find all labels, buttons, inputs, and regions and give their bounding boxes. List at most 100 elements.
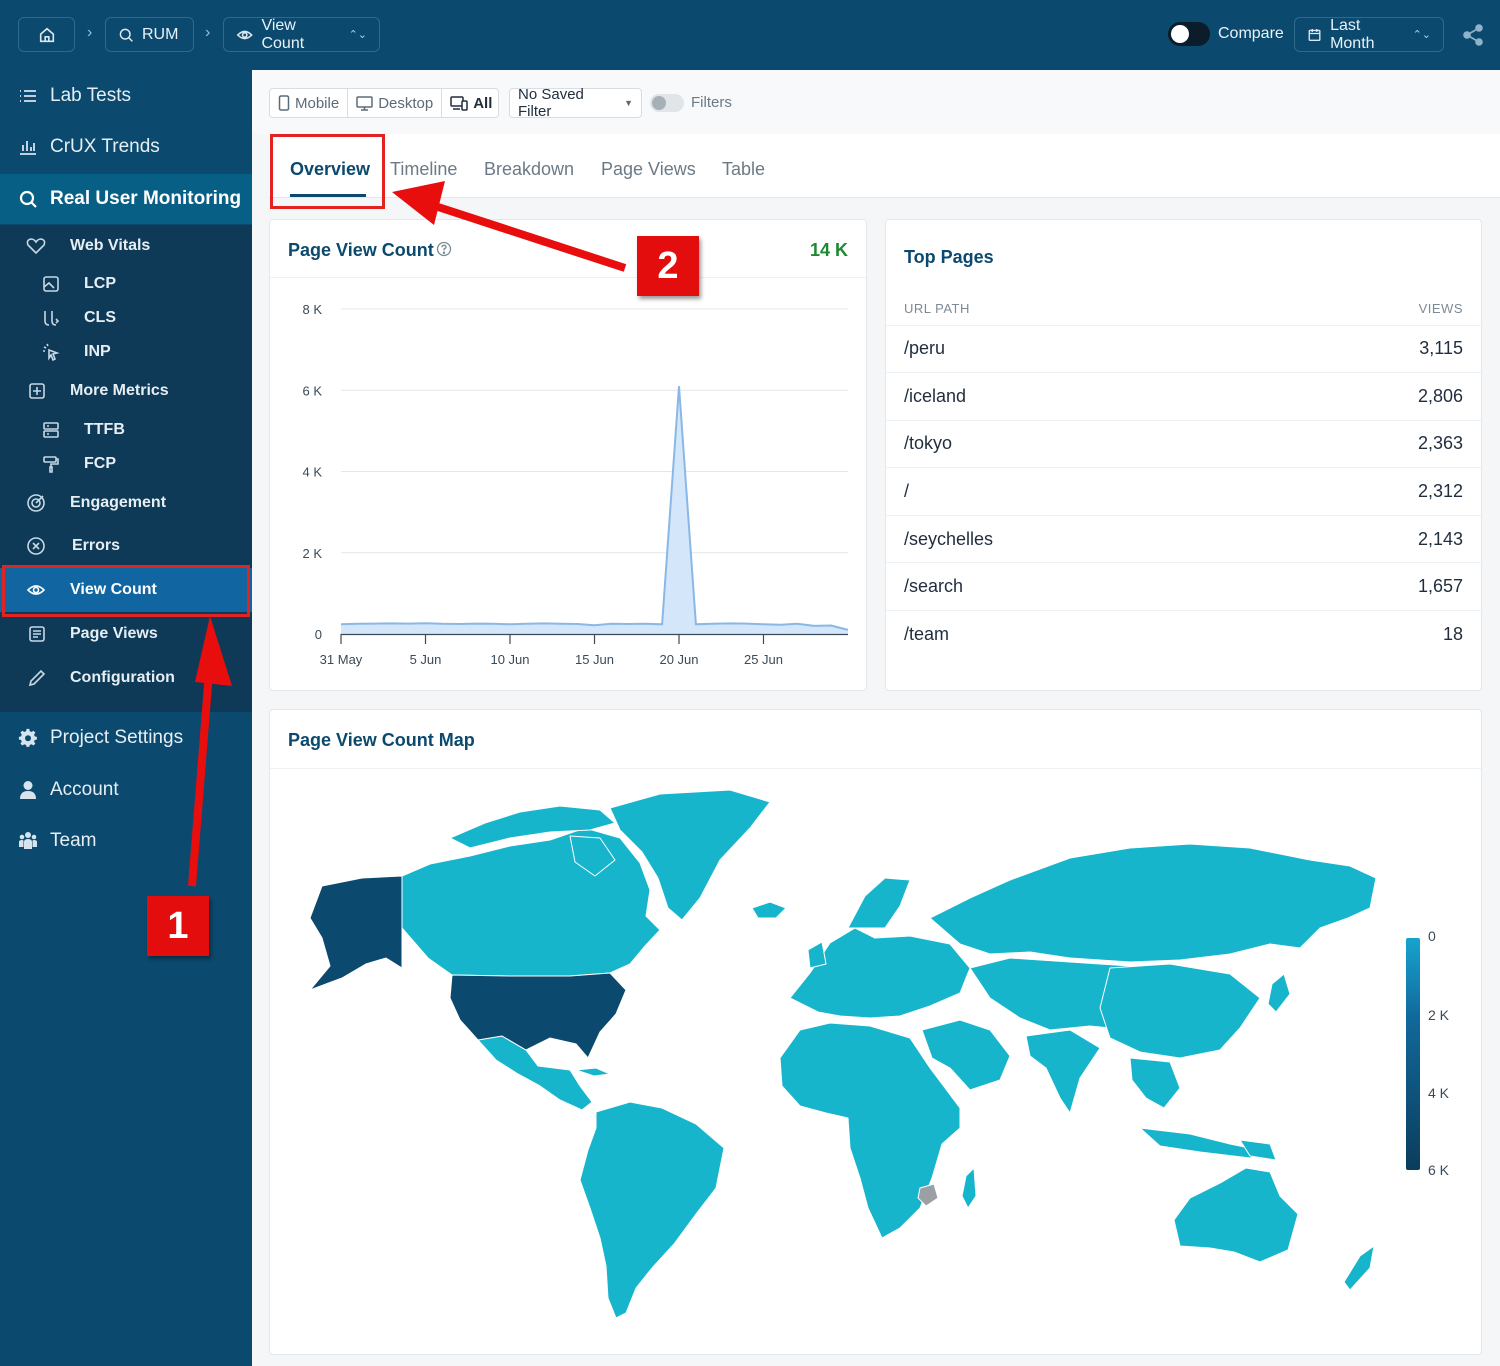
sidebar-item-label: Page Views: [70, 625, 158, 642]
saved-filter-select[interactable]: No Saved Filter ▼: [509, 86, 642, 120]
legend-label: 2 K: [1428, 1007, 1450, 1023]
sidebar-item-cls[interactable]: CLS: [0, 301, 252, 335]
table-row[interactable]: /iceland 2,806: [886, 372, 1481, 421]
annotation-highlight-overview-tab: [270, 134, 385, 209]
breadcrumb-view-count[interactable]: View Count ⌃⌄: [223, 17, 380, 52]
breadcrumb-rum[interactable]: RUM: [105, 17, 194, 52]
date-range-select[interactable]: Last Month ⌃⌄: [1294, 17, 1444, 52]
url-path-cell: /search: [886, 562, 1247, 612]
tab-table[interactable]: Table: [722, 159, 765, 180]
sidebar-item-ttfb[interactable]: TTFB: [0, 413, 252, 447]
url-path-cell: /peru: [886, 325, 1247, 374]
target-icon: [27, 494, 45, 512]
list-icon: [20, 90, 36, 102]
sidebar-item-page-views[interactable]: Page Views: [0, 612, 252, 656]
sidebar-item-configuration[interactable]: Configuration: [0, 656, 252, 700]
series-area: [341, 386, 848, 634]
saved-filter-label: No Saved Filter: [518, 86, 584, 120]
url-path-cell: /seychelles: [886, 515, 1247, 564]
country-japan: [1267, 973, 1291, 1013]
legend-label: 0: [1428, 928, 1436, 944]
sidebar-item-inp[interactable]: INP: [0, 335, 252, 369]
help-icon[interactable]: [436, 241, 452, 257]
filters-label: Filters: [691, 94, 732, 111]
desktop-icon: [356, 95, 373, 111]
column-header-views: VIEWS: [1247, 293, 1481, 326]
sidebar-item-lab-tests[interactable]: Lab Tests: [0, 71, 252, 121]
x-tick-label: 10 Jun: [490, 652, 529, 667]
sidebar-item-label: Real User Monitoring: [50, 188, 242, 209]
top-pages-card: Top Pages URL PATH VIEWS /peru 3,115 /ice…: [885, 219, 1482, 691]
page-view-total: 14 K: [809, 240, 848, 260]
main-content: Mobile Desktop All No Saved Filter ▼ Fil…: [252, 70, 1500, 1366]
compare-label: Compare: [1218, 25, 1284, 42]
country-cuba: [575, 1067, 611, 1077]
device-desktop[interactable]: Desktop: [348, 89, 443, 117]
table-row[interactable]: /team 18: [886, 611, 1481, 659]
sidebar-item-rum[interactable]: Real User Monitoring: [0, 174, 252, 224]
user-icon: [20, 781, 36, 799]
device-mobile-label: Mobile: [295, 94, 340, 112]
breadcrumb-rum-label: RUM: [142, 25, 179, 43]
table-row[interactable]: /peru 3,115: [886, 325, 1481, 374]
table-header-row: URL PATH VIEWS: [886, 293, 1481, 326]
sidebar-item-lcp[interactable]: LCP: [0, 267, 252, 301]
sidebar-item-fcp[interactable]: FCP: [0, 447, 252, 481]
tab-breakdown[interactable]: Breakdown: [484, 159, 574, 180]
url-path-cell: /iceland: [886, 372, 1247, 421]
calendar-icon: [1308, 28, 1321, 41]
compare-toggle[interactable]: [1168, 22, 1210, 46]
table-row[interactable]: /search 1,657: [886, 562, 1481, 612]
share-icon[interactable]: [1462, 24, 1484, 46]
breadcrumb-view-count-label: View Count: [261, 16, 305, 52]
pencil-icon: [28, 669, 46, 687]
breadcrumb-separator: ›: [205, 24, 211, 41]
filters-toggle[interactable]: [650, 94, 684, 112]
sidebar-item-errors[interactable]: Errors: [0, 525, 252, 567]
home-button[interactable]: [18, 17, 75, 52]
sidebar-item-web-vitals[interactable]: Web Vitals: [0, 225, 252, 267]
gear-icon: [18, 728, 37, 747]
device-all[interactable]: All: [442, 89, 500, 117]
sidebar-item-project-settings[interactable]: Project Settings: [0, 713, 252, 763]
sidebar-item-label: Engagement: [70, 494, 167, 511]
page-view-chart: 0 2 K 4 K 6 K 8 K 31 May 5 Jun 10 Jun 15 Jun 20 J…: [302, 302, 849, 667]
device-mobile[interactable]: Mobile: [270, 89, 349, 117]
tab-timeline[interactable]: Timeline: [390, 159, 457, 180]
sidebar-item-label: Errors: [72, 537, 121, 554]
sidebar-item-account[interactable]: Account: [0, 765, 252, 815]
country-united-states: [449, 972, 627, 1059]
x-tick-label: 31 May: [320, 652, 363, 667]
table-row[interactable]: /tokyo 2,363: [886, 420, 1481, 469]
error-circle-icon: [27, 537, 45, 555]
views-cell: 2,143: [1247, 515, 1481, 564]
card-title: Page View Count: [288, 240, 434, 260]
x-tick-label: 25 Jun: [744, 652, 783, 667]
search-icon: [119, 28, 133, 42]
country-china: [1099, 963, 1261, 1059]
top-bar: › RUM › View Count ⌃⌄ Compare Last Month…: [0, 0, 1500, 70]
sidebar-item-more-metrics[interactable]: More Metrics: [0, 369, 252, 413]
device-filter: Mobile Desktop All: [269, 88, 499, 118]
country-southeast-asia: [1129, 1057, 1181, 1109]
country-alaska: [308, 875, 403, 992]
paint-roller-icon: [43, 456, 59, 473]
image-icon: [43, 276, 59, 292]
sidebar-item-label: Lab Tests: [50, 85, 131, 106]
tab-page-views[interactable]: Page Views: [601, 159, 696, 180]
devices-icon: [450, 95, 468, 111]
sidebar-item-team[interactable]: Team: [0, 816, 252, 866]
country-madagascar: [961, 1167, 977, 1209]
server-icon: [43, 422, 59, 438]
sidebar-item-label: Web Vitals: [70, 237, 151, 254]
sidebar-item-label: LCP: [84, 275, 116, 292]
sidebar-item-label: INP: [84, 343, 111, 360]
sidebar-item-crux-trends[interactable]: CrUX Trends: [0, 122, 252, 172]
table-row[interactable]: /2,312: [886, 467, 1481, 516]
world-map[interactable]: 0 2 K 4 K 6 K: [270, 768, 1483, 1356]
country-south-america: [579, 1101, 725, 1319]
table-row[interactable]: /seychelles 2,143: [886, 515, 1481, 564]
sidebar-item-engagement[interactable]: Engagement: [0, 481, 252, 525]
country-uk: [807, 941, 827, 969]
url-path-cell: /tokyo: [886, 420, 1247, 469]
